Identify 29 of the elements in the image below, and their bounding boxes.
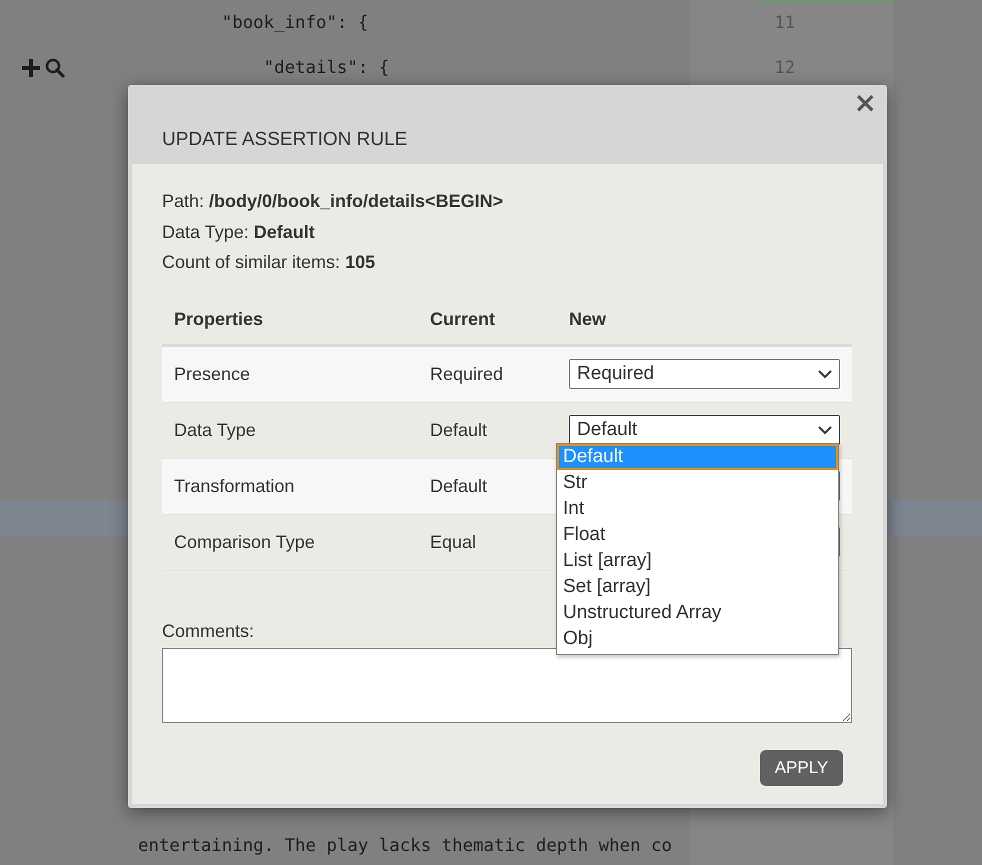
code-line: entertaining. The play lacks thematic depth when co	[137, 836, 673, 856]
table-cell: Comparison Type	[162, 514, 418, 570]
code-line: "details": {	[262, 58, 390, 78]
chevron-down-icon	[818, 370, 832, 378]
add-icon[interactable]	[21, 58, 41, 78]
dropdown-option[interactable]: Obj	[557, 626, 838, 652]
info-line: Data Type: Default	[162, 220, 316, 244]
info-line: Count of similar items: 105	[162, 251, 376, 274]
dropdown-option[interactable]: List [array]	[557, 548, 838, 574]
apply-button[interactable]: APPLY	[760, 750, 843, 786]
select-field[interactable]: Default	[569, 415, 840, 445]
info-line: Path: /body/0/book_info/details<BEGIN>	[162, 190, 504, 213]
dropdown-option[interactable]: Unstructured Array	[557, 600, 838, 626]
dropdown-option[interactable]: Str	[557, 470, 838, 496]
comments-field[interactable]	[162, 648, 852, 722]
table-cell: Default	[418, 458, 557, 514]
comments-label: Comments:	[162, 620, 254, 642]
search-icon[interactable]	[45, 58, 65, 78]
dropdown-option[interactable]: Int	[557, 496, 838, 522]
dropdown-option[interactable]: Set [array]	[557, 574, 838, 600]
table-cell: Presence	[162, 346, 418, 402]
select-field[interactable]: Required	[569, 359, 840, 389]
close-button[interactable]: ×	[852, 89, 879, 117]
dialog-title: UPDATE ASSERTION RULE	[162, 129, 408, 151]
table-cell: Required	[418, 346, 557, 402]
code-line: "book_info": {	[220, 13, 370, 33]
chevron-down-icon	[818, 426, 832, 434]
table-cell: Transformation	[162, 458, 418, 514]
dropdown-option[interactable]: Float	[557, 522, 838, 548]
